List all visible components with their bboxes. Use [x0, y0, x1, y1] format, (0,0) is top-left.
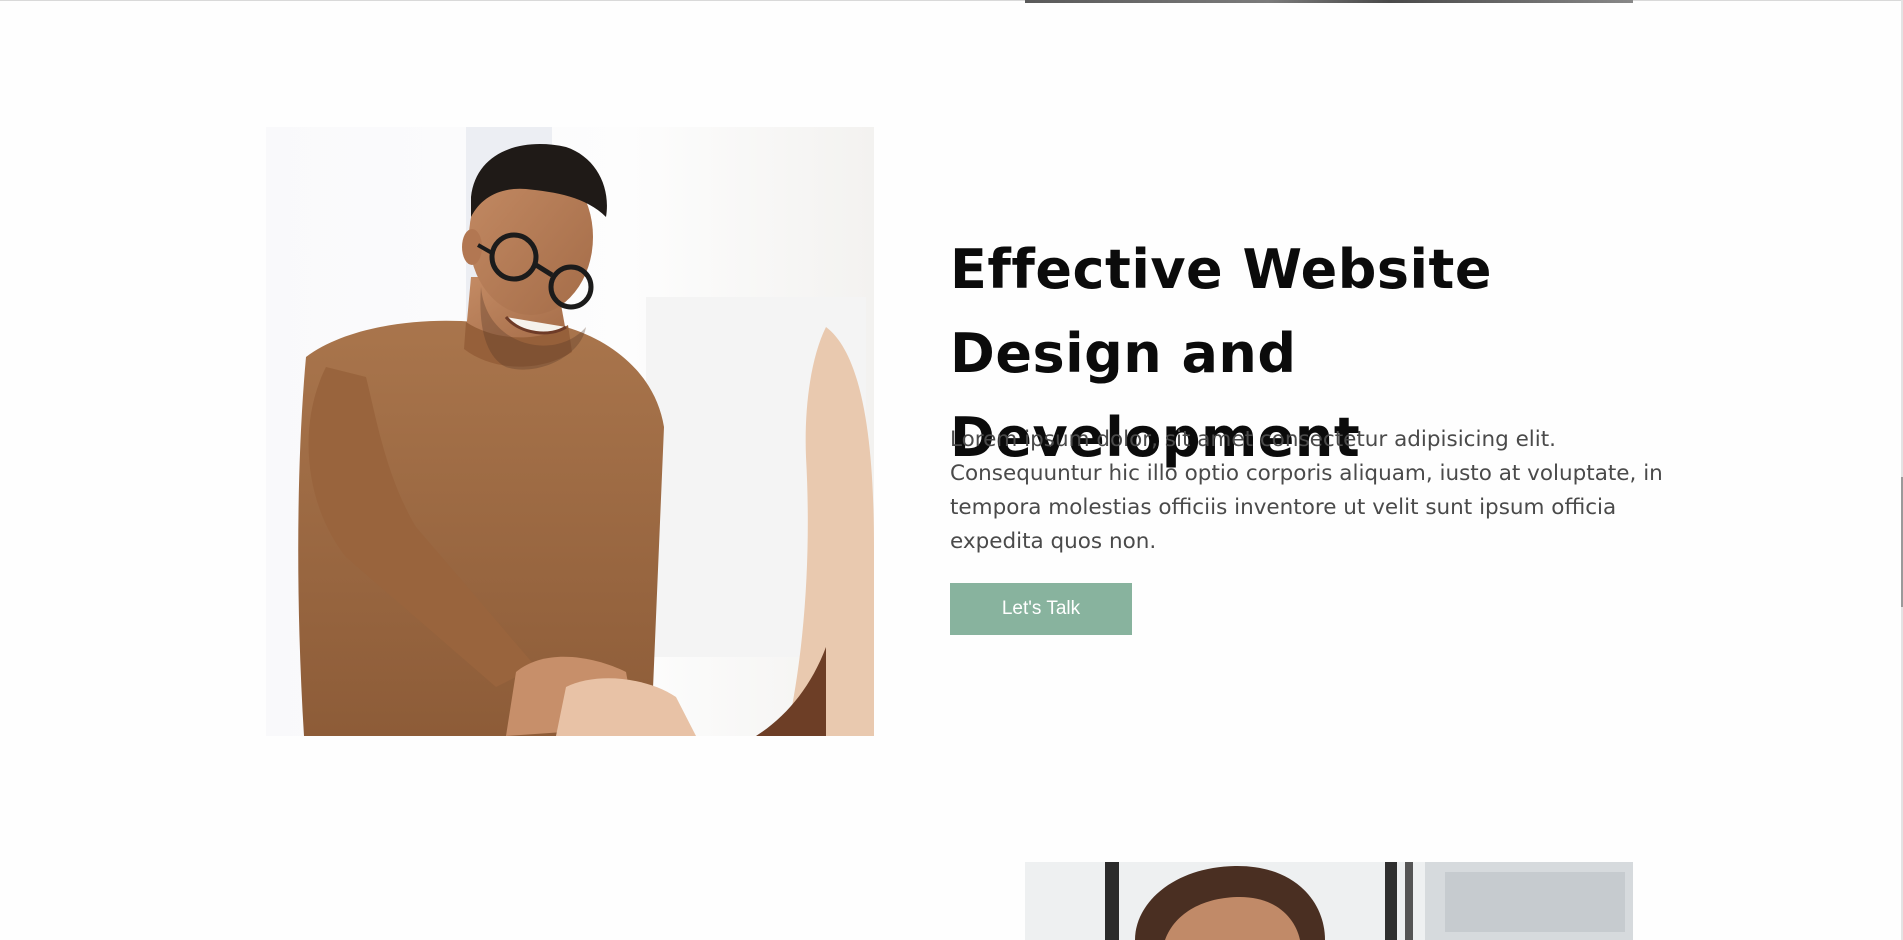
lets-talk-button[interactable]: Let's Talk	[950, 583, 1132, 635]
next-section-photo	[1025, 862, 1633, 940]
handshake-photo	[266, 127, 874, 736]
previous-section-image	[1025, 0, 1633, 3]
page: Effective Website Design and Development…	[0, 0, 1903, 940]
section-description: Lorem ipsum dolor, sit amet consectetur …	[950, 427, 1663, 554]
